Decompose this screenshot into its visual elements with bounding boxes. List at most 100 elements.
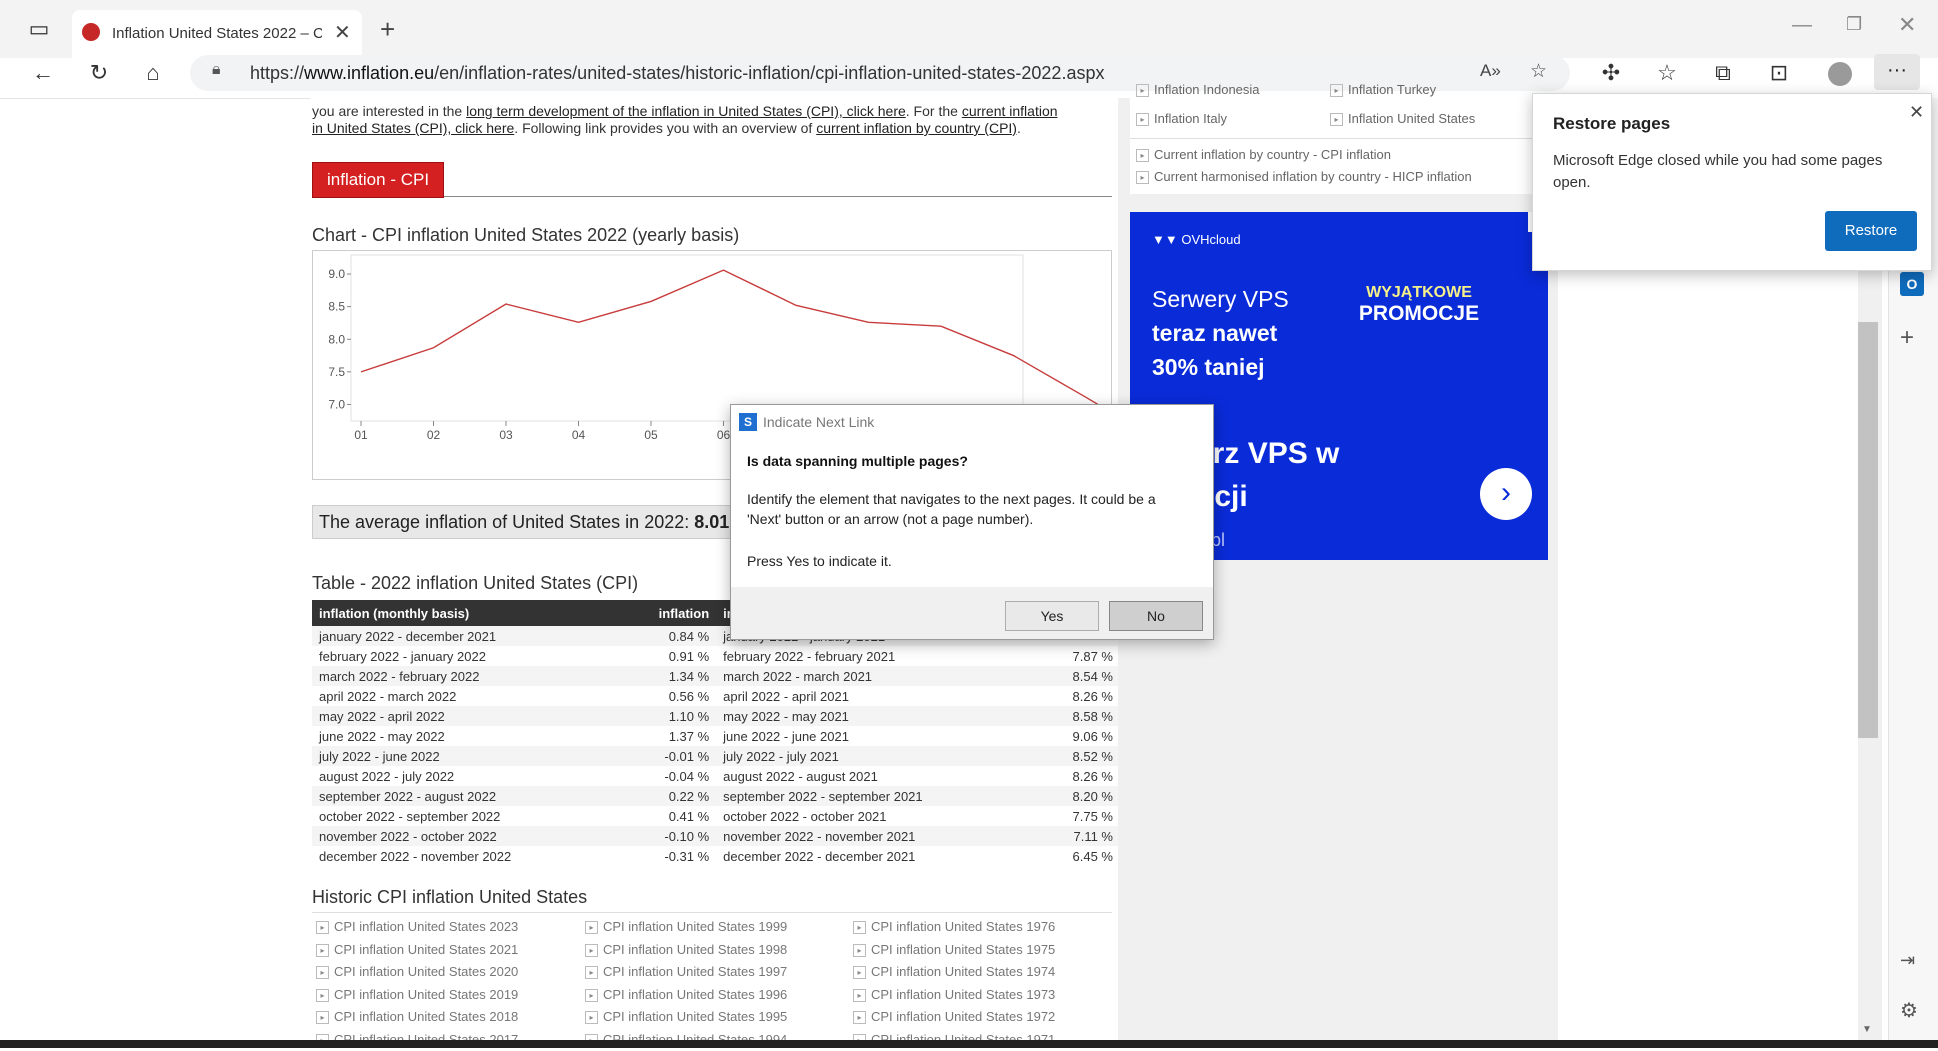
header-monthly: inflation (monthly basis) [312, 600, 623, 626]
average-inflation-box: The average inflation of United States i… [312, 505, 740, 539]
arrow-bullet-icon: ▸ [853, 1011, 866, 1024]
historic-link[interactable]: ▸CPI inflation United States 2019 [316, 984, 518, 1007]
ad-next-arrow-icon[interactable]: › [1480, 468, 1532, 520]
cell-yearly-value: 7.87 % [1027, 646, 1120, 666]
historic-link[interactable]: ▸CPI inflation United States 1974 [853, 961, 1055, 984]
x-tick-label: 04 [572, 428, 586, 442]
outlook-icon[interactable]: O [1900, 272, 1924, 296]
current-inflation-link-part1[interactable]: current inflation [962, 103, 1058, 119]
refresh-icon[interactable]: ↻ [82, 56, 116, 90]
restore-window-icon[interactable]: ❐ [1846, 14, 1862, 35]
arrow-bullet-icon: ▸ [1136, 84, 1149, 97]
scrollbar-thumb[interactable] [1858, 322, 1878, 738]
x-tick-label: 03 [499, 428, 513, 442]
tab-inflation-cpi[interactable]: inflation - CPI [312, 162, 444, 198]
historic-link[interactable]: ▸CPI inflation United States 1999 [585, 916, 787, 939]
historic-link[interactable]: ▸CPI inflation United States 1995 [585, 1006, 787, 1029]
collections-icon[interactable]: ⧉ [1706, 56, 1740, 90]
close-window-icon[interactable]: ✕ [1898, 12, 1916, 38]
favorites-icon[interactable]: ☆ [1650, 56, 1684, 90]
profile-avatar-icon[interactable] [1828, 62, 1852, 86]
historic-link[interactable]: ▸CPI inflation United States 1996 [585, 984, 787, 1007]
historic-link[interactable]: ▸CPI inflation United States 2020 [316, 961, 518, 984]
home-icon[interactable]: ⌂ [136, 56, 170, 90]
add-sidebar-app-icon[interactable]: + [1900, 324, 1914, 352]
historic-link[interactable]: ▸CPI inflation United States 1972 [853, 1006, 1055, 1029]
link-current-inflation[interactable]: ▸Current inflation by country - CPI infl… [1136, 144, 1391, 166]
new-tab-icon[interactable]: + [380, 14, 395, 45]
y-tick-label: 7.5 [328, 365, 345, 379]
close-tab-icon[interactable]: ✕ [334, 20, 351, 45]
cell-yearly-value: 9.06 % [1027, 726, 1120, 746]
historic-link[interactable]: ▸CPI inflation United States 2018 [316, 1006, 518, 1029]
back-icon[interactable]: ← [26, 56, 60, 90]
indicate-next-link-dialog: S Indicate Next Link Is data spanning mu… [730, 404, 1214, 640]
plot-area [351, 255, 1023, 421]
cell-monthly-period: july 2022 - june 2022 [312, 746, 623, 766]
cell-monthly-value: -0.31 % [623, 846, 717, 866]
historic-link[interactable]: ▸CPI inflation United States 2023 [316, 916, 518, 939]
cell-monthly-period: february 2022 - january 2022 [312, 646, 623, 666]
historic-divider [312, 912, 1112, 913]
y-tick-label: 8.0 [328, 332, 345, 346]
arrow-bullet-icon: ▸ [585, 944, 598, 957]
historic-link[interactable]: ▸ CPI inflation United States 1976 [853, 916, 1055, 939]
screenshot-icon[interactable]: ⊡ [1762, 56, 1796, 90]
restore-button[interactable]: Restore [1825, 211, 1917, 251]
x-tick-label: 06 [717, 428, 731, 442]
restore-close-icon[interactable]: ✕ [1909, 102, 1924, 123]
historic-link[interactable]: ▸CPI inflation United States 1998 [585, 939, 787, 962]
extensions-icon[interactable]: ✣ [1594, 56, 1628, 90]
historic-link-label: CPI inflation United States 1995 [603, 1009, 787, 1024]
historic-column-1: ▸CPI inflation United States 2023▸CPI in… [316, 916, 518, 1051]
restore-title: Restore pages [1553, 114, 1670, 134]
link-turkey-partial[interactable]: ▸Inflation Turkey [1330, 84, 1436, 100]
historic-link[interactable]: ▸CPI inflation United States 1997 [585, 961, 787, 984]
ad-big-line1: erz VPS w [1196, 437, 1339, 471]
minimize-icon[interactable]: — [1792, 14, 1812, 37]
long-term-inflation-link[interactable]: long term development of the inflation i… [466, 103, 906, 119]
link-inflation-us[interactable]: ▸Inflation United States [1330, 108, 1475, 130]
historic-link-label: CPI inflation United States 2019 [334, 987, 518, 1002]
tab-actions-icon[interactable]: ▭ [22, 12, 56, 46]
historic-link[interactable]: ▸CPI inflation United States 2021 [316, 939, 518, 962]
cell-monthly-value: 0.22 % [623, 786, 717, 806]
no-button[interactable]: No [1109, 601, 1203, 631]
inflation-by-country-link[interactable]: current inflation by country (CPI) [816, 120, 1017, 136]
historic-link[interactable]: ▸CPI inflation United States 1973 [853, 984, 1055, 1007]
ad-line2: teraz nawet [1152, 320, 1277, 347]
tab-active[interactable]: Inflation United States 2022 – CP ✕ [72, 10, 362, 58]
arrow-bullet-icon: ▸ [316, 944, 329, 957]
table-row: august 2022 - july 2022-0.04 %august 202… [312, 766, 1120, 786]
cell-yearly-value: 6.45 % [1027, 846, 1120, 866]
settings-more-icon[interactable]: ··· [1874, 54, 1920, 90]
read-aloud-icon[interactable]: A» [1480, 61, 1501, 81]
historic-link-label: CPI inflation United States 1976 [871, 919, 1055, 934]
historic-link-label: CPI inflation United States 2020 [334, 964, 518, 979]
favorite-add-icon[interactable]: ☆ [1530, 60, 1547, 83]
dialog-body-line1: Identify the element that navigates to t… [747, 489, 1156, 509]
table-row: september 2022 - august 20220.22 %septem… [312, 786, 1120, 806]
ad-badge: WYJĄTKOWE PROMOCJE [1356, 284, 1482, 326]
tab-title: Inflation United States 2022 – CP [112, 25, 322, 42]
current-inflation-link-part2[interactable]: in United States (CPI), click here [312, 120, 514, 136]
hide-sidebar-icon[interactable]: ⇥ [1900, 950, 1915, 971]
table-row: december 2022 - november 2022-0.31 %dece… [312, 846, 1120, 866]
site-favicon-icon [82, 23, 100, 41]
historic-link[interactable]: ▸CPI inflation United States 1975 [853, 939, 1055, 962]
link-indonesia-partial[interactable]: ▸Inflation Indonesia [1136, 84, 1260, 100]
arrow-bullet-icon: ▸ [853, 921, 866, 934]
cell-yearly-value: 8.26 % [1027, 766, 1120, 786]
restore-message-line1: Microsoft Edge closed while you had some… [1553, 150, 1882, 172]
yes-button[interactable]: Yes [1005, 601, 1099, 631]
scroll-down-arrow-icon[interactable]: ▼ [1862, 1024, 1872, 1035]
link-inflation-italy[interactable]: ▸Inflation Italy [1136, 108, 1227, 130]
arrow-bullet-icon: ▸ [316, 921, 329, 934]
cell-monthly-value: 0.91 % [623, 646, 717, 666]
cell-yearly-period: february 2022 - february 2021 [716, 646, 1027, 666]
link-hicp-inflation[interactable]: ▸Current harmonised inflation by country… [1136, 166, 1472, 188]
sidebar-settings-gear-icon[interactable]: ⚙ [1900, 998, 1918, 1023]
arrow-bullet-icon: ▸ [585, 921, 598, 934]
cell-yearly-value: 7.75 % [1027, 806, 1120, 826]
arrow-bullet-icon: ▸ [1136, 113, 1149, 126]
